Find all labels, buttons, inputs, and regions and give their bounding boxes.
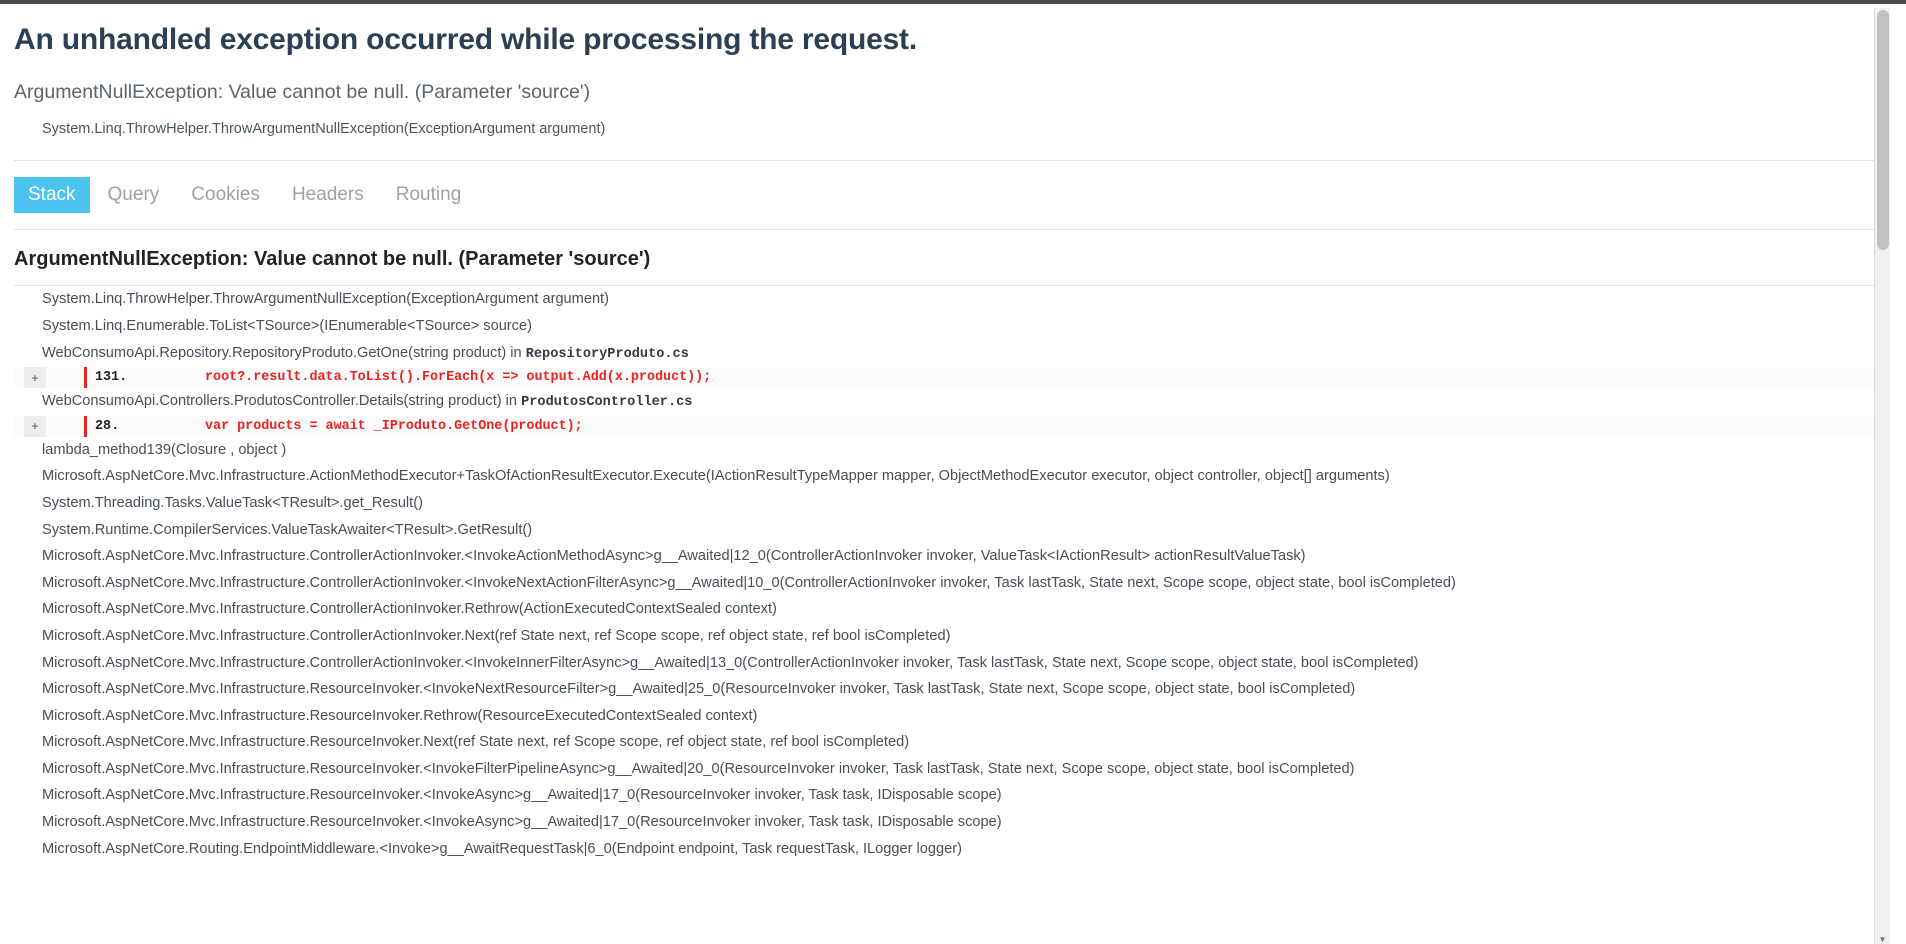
stack-frame: Microsoft.AspNetCore.Routing.EndpointMid… [14,836,1876,863]
stack-frame: Microsoft.AspNetCore.Mvc.Infrastructure.… [14,809,1876,836]
stack-frame: Microsoft.AspNetCore.Mvc.Infrastructure.… [14,623,1876,650]
vertical-scrollbar[interactable]: ▲ ▼ [1874,8,1890,944]
stack-frame-text: WebConsumoApi.Repository.RepositoryProdu… [42,344,526,361]
exception-detail: System.Linq.ThrowHelper.ThrowArgumentNul… [42,121,606,138]
stack-frame-text: System.Linq.Enumerable.ToList<TSource>(I… [42,317,532,334]
stack-frame: Microsoft.AspNetCore.Mvc.Infrastructure.… [14,543,1876,570]
stack-frame: lambda_method139(Closure , object ) [14,437,1876,464]
stack-frame-text: lambda_method139(Closure , object ) [42,441,287,458]
divider-below-tabs [14,229,1876,231]
stack-frame: WebConsumoApi.Controllers.ProdutosContro… [14,388,1876,416]
stack-frame-text: Microsoft.AspNetCore.Mvc.Infrastructure.… [42,734,910,751]
stack-frame: Microsoft.AspNetCore.Mvc.Infrastructure.… [14,570,1876,597]
tab-routing[interactable]: Routing [382,177,476,214]
stack-frame-text: Microsoft.AspNetCore.Mvc.Infrastructure.… [42,627,951,644]
exception-title: ArgumentNullException: Value cannot be n… [14,81,591,103]
tab-cookies[interactable]: Cookies [177,177,274,214]
stack-frame-text: WebConsumoApi.Controllers.ProdutosContro… [42,393,522,410]
stack-frame: System.Runtime.CompilerServices.ValueTas… [14,517,1876,544]
stack-frame: Microsoft.AspNetCore.Mvc.Infrastructure.… [14,703,1876,730]
source-code-text: var products = await _IProduto.GetOne(pr… [205,418,583,434]
stack-frame-text: Microsoft.AspNetCore.Mvc.Infrastructure.… [42,654,1419,671]
stack-frame: Microsoft.AspNetCore.Mvc.Infrastructure.… [14,782,1876,809]
stack-frame: WebConsumoApi.Repository.RepositoryProdu… [14,340,1876,368]
stack-frame: Microsoft.AspNetCore.Mvc.Infrastructure.… [14,676,1876,703]
stack-frame-text: Microsoft.AspNetCore.Mvc.Infrastructure.… [42,468,1390,485]
expand-source-button[interactable]: + [24,415,46,437]
stack-frame-text: Microsoft.AspNetCore.Mvc.Infrastructure.… [42,814,1002,831]
scroll-down-arrow[interactable]: ▼ [1875,932,1890,944]
stack-heading: ArgumentNullException: Value cannot be n… [14,248,651,271]
stack-frame: Microsoft.AspNetCore.Mvc.Infrastructure.… [14,729,1876,756]
stack-frame-text: Microsoft.AspNetCore.Mvc.Infrastructure.… [42,707,758,724]
source-line-number: 28. [95,418,120,434]
stack-frame: System.Threading.Tasks.ValueTask<TResult… [14,490,1876,517]
stack-frame-text: System.Threading.Tasks.ValueTask<TResult… [42,494,423,511]
scrollbar-thumb[interactable] [1877,10,1889,250]
stack-frame-list: System.Linq.ThrowHelper.ThrowArgumentNul… [14,286,1876,862]
stack-frame-text: System.Linq.ThrowHelper.ThrowArgumentNul… [42,291,609,308]
stack-frame: Microsoft.AspNetCore.Mvc.Infrastructure.… [14,756,1876,783]
source-code-row: +131. root?.result.data.ToList().ForEach(… [14,367,1876,389]
divider-top [14,159,1876,161]
tab-bar: Stack Query Cookies Headers Routing [14,176,1876,214]
source-code-row: +28. var products = await _IProduto.GetOn… [14,415,1876,437]
source-code-text: root?.result.data.ToList().ForEach(x => … [205,370,712,386]
stack-frame: System.Linq.ThrowHelper.ThrowArgumentNul… [14,286,1876,313]
error-page: An unhandled exception occurred while pr… [0,4,1890,944]
page-title: An unhandled exception occurred while pr… [14,23,917,56]
tab-stack[interactable]: Stack [14,176,90,214]
stack-frame-text: Microsoft.AspNetCore.Mvc.Infrastructure.… [42,574,1456,591]
stack-frame-text: Microsoft.AspNetCore.Mvc.Infrastructure.… [42,787,1002,804]
tab-query[interactable]: Query [94,177,174,214]
stack-frame-text: Microsoft.AspNetCore.Mvc.Infrastructure.… [42,601,777,618]
stack-frame-text: Microsoft.AspNetCore.Routing.EndpointMid… [42,840,962,857]
stack-frame: Microsoft.AspNetCore.Mvc.Infrastructure.… [14,650,1876,677]
stack-frame: Microsoft.AspNetCore.Mvc.Infrastructure.… [14,596,1876,623]
page-content: An unhandled exception occurred while pr… [0,22,1890,862]
stack-frame-text: System.Runtime.CompilerServices.ValueTas… [42,521,533,538]
stack-frame-text: Microsoft.AspNetCore.Mvc.Infrastructure.… [42,760,1355,777]
stack-frame: System.Linq.Enumerable.ToList<TSource>(I… [14,313,1876,340]
stack-frame-text: Microsoft.AspNetCore.Mvc.Infrastructure.… [42,548,1306,565]
stack-frame-text: Microsoft.AspNetCore.Mvc.Infrastructure.… [42,681,1356,698]
tab-headers[interactable]: Headers [278,177,378,214]
stack-frame-file: ProdutosController.cs [521,395,693,411]
stack-frame-file: RepositoryProduto.cs [525,346,689,362]
source-line-number: 131. [95,370,128,386]
expand-source-button[interactable]: + [24,367,46,389]
stack-frame: Microsoft.AspNetCore.Mvc.Infrastructure.… [14,463,1876,490]
